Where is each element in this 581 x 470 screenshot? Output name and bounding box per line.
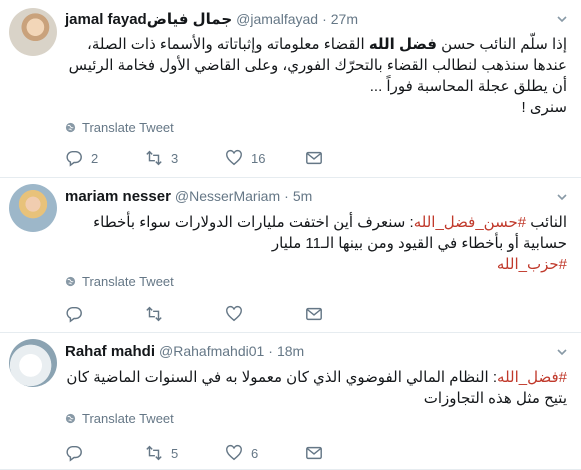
chevron-down-icon[interactable]: [555, 190, 569, 204]
chevron-down-icon[interactable]: [555, 12, 569, 26]
display-name[interactable]: Rahaf mahdi: [65, 343, 155, 360]
like-button[interactable]: 6: [225, 444, 305, 462]
retweet-icon: [146, 306, 162, 322]
retweet-icon: [146, 150, 162, 166]
tweet-header: jamal fayadجمال فياض @jamalfayad · 27m: [65, 10, 358, 28]
translate-label: Translate Tweet: [82, 274, 174, 289]
reply-icon: [66, 445, 82, 462]
tweet-header: Rahaf mahdi @Rahafmahdi01 · 18m: [65, 343, 304, 360]
reply-button[interactable]: 2: [65, 149, 145, 167]
reply-button[interactable]: [65, 444, 145, 462]
tweet-header: mariam nesser @NesserMariam · 5m: [65, 188, 312, 205]
text-segment: : النظام المالي الفوضوي الذي كان معمولا …: [66, 369, 567, 407]
message-button[interactable]: [305, 149, 385, 167]
translate-tweet-link[interactable]: Translate Tweet: [65, 274, 174, 289]
reply-icon: [66, 150, 82, 167]
retweet-icon: [146, 445, 162, 461]
hashtag-link[interactable]: #حسن_فضل_الله: [414, 214, 526, 231]
user-handle[interactable]: @jamalfayad: [236, 11, 318, 27]
timestamp[interactable]: 27m: [331, 11, 358, 27]
like-button[interactable]: [225, 305, 305, 323]
tweet[interactable]: jamal fayadجمال فياض @jamalfayad · 27m إ…: [0, 0, 581, 178]
retweet-button[interactable]: 3: [145, 149, 225, 167]
envelope-icon: [306, 307, 322, 321]
hashtag-link[interactable]: #فضل_الله: [497, 369, 567, 386]
like-count: 16: [251, 150, 266, 166]
translate-tweet-link[interactable]: Translate Tweet: [65, 120, 174, 135]
message-button[interactable]: [305, 305, 385, 323]
tweet-text: #فضل_الله: النظام المالي الفوضوي الذي كا…: [65, 367, 567, 409]
globe-icon: [65, 276, 76, 287]
translate-label: Translate Tweet: [82, 411, 174, 426]
tweet[interactable]: Rahaf mahdi @Rahafmahdi01 · 18m #فضل_الل…: [0, 333, 581, 470]
retweet-button[interactable]: 5: [145, 444, 225, 462]
text-segment: إذا سلّم النائب حسن: [436, 36, 567, 53]
reply-icon: [66, 306, 82, 323]
heart-icon: [226, 444, 242, 461]
separator-dot: ·: [268, 343, 273, 359]
translate-label: Translate Tweet: [82, 120, 174, 135]
text-segment: سنرى !: [521, 99, 567, 116]
hashtag-link[interactable]: #حزب_الله: [497, 256, 567, 273]
user-handle[interactable]: @NesserMariam: [175, 188, 280, 204]
retweet-count: 3: [171, 150, 179, 166]
tweet-actions: 5 6: [65, 444, 385, 462]
globe-icon: [65, 122, 76, 133]
tweet-feed: jamal fayadجمال فياض @jamalfayad · 27m إ…: [0, 0, 581, 470]
tweet-text: النائب #حسن_فضل_الله: سنعرف أين اختفت مل…: [65, 212, 567, 275]
retweet-button[interactable]: [145, 305, 225, 323]
translate-tweet-link[interactable]: Translate Tweet: [65, 411, 174, 426]
envelope-icon: [306, 446, 322, 460]
avatar[interactable]: [9, 184, 57, 232]
avatar[interactable]: [9, 339, 57, 387]
display-name[interactable]: jamal fayadجمال فياض: [65, 10, 232, 28]
tweet-actions: 2 3 16: [65, 149, 385, 167]
timestamp[interactable]: 5m: [293, 188, 312, 204]
tweet-text: إذا سلّم النائب حسن فضل الله القضاء معلو…: [65, 34, 567, 118]
separator-dot: ·: [284, 188, 289, 204]
timestamp[interactable]: 18m: [277, 343, 304, 359]
separator-dot: ·: [322, 11, 327, 27]
tweet-actions: [65, 305, 385, 323]
envelope-icon: [306, 151, 322, 165]
retweet-count: 5: [171, 445, 179, 461]
reply-button[interactable]: [65, 305, 145, 323]
chevron-down-icon[interactable]: [555, 345, 569, 359]
text-segment: النائب: [526, 214, 567, 231]
message-button[interactable]: [305, 444, 385, 462]
heart-icon: [226, 149, 242, 166]
tweet[interactable]: mariam nesser @NesserMariam · 5m النائب …: [0, 178, 581, 333]
like-count: 6: [251, 445, 259, 461]
user-handle[interactable]: @Rahafmahdi01: [159, 343, 264, 359]
avatar[interactable]: [9, 8, 57, 56]
like-button[interactable]: 16: [225, 149, 305, 167]
highlighted-term: فضل الله: [368, 36, 437, 53]
reply-count: 2: [91, 150, 99, 166]
heart-icon: [226, 305, 242, 322]
globe-icon: [65, 413, 76, 424]
display-name[interactable]: mariam nesser: [65, 188, 171, 205]
